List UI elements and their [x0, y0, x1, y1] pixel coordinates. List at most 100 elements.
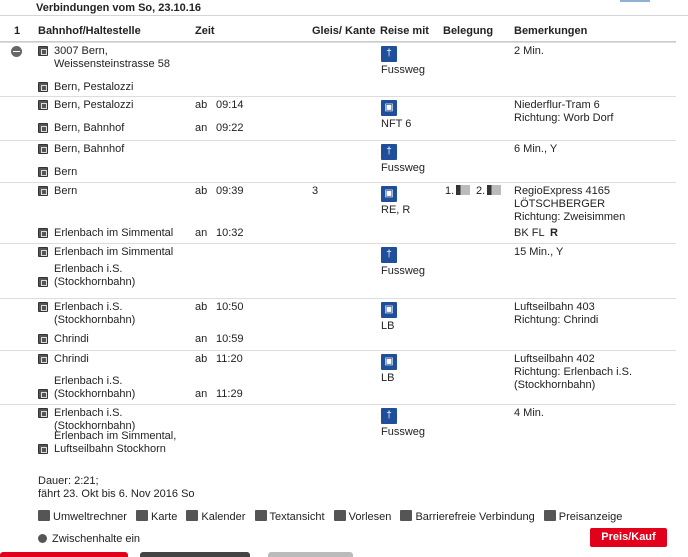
occupancy-second-icon [487, 185, 501, 195]
col-time: Zeit [195, 25, 215, 37]
arr-prefix: an [195, 333, 208, 345]
travel-mode[interactable]: LB [381, 372, 394, 385]
from-station[interactable]: 3007 Bern, Weissensteinstrasse 58 [54, 45, 170, 71]
to-station[interactable]: Bern, Bahnhof [54, 122, 124, 135]
station-icon [38, 167, 48, 177]
station-icon [38, 228, 48, 238]
travel-mode[interactable]: Fussweg [381, 64, 425, 77]
table-row: Chrindi Erlenbach i.S. (Stockhornbahn) ab 1… [0, 350, 676, 407]
travel-mode[interactable]: NFT 6 [381, 118, 411, 131]
price-buy-button[interactable]: Preis/Kauf [590, 528, 667, 547]
station-icon [38, 302, 48, 312]
travel-mode[interactable]: Fussweg [381, 265, 425, 278]
wheelchair-icon [400, 510, 413, 521]
transport-icon: ▣ [381, 302, 397, 318]
col-occupancy: Belegung [443, 25, 494, 37]
from-station[interactable]: Bern, Pestalozzi [54, 99, 133, 112]
arr-prefix: an [195, 388, 208, 400]
station-icon [38, 247, 48, 257]
from-station[interactable]: Erlenbach im Simmental [54, 246, 173, 259]
travel-mode[interactable]: LB [381, 320, 394, 333]
walk-icon: † [381, 408, 397, 424]
travel-mode[interactable]: Fussweg [381, 162, 425, 175]
station-icon [38, 82, 48, 92]
from-station[interactable]: Bern [54, 185, 77, 198]
remarks-attribute-r: R [550, 227, 558, 239]
platform: 3 [312, 185, 319, 197]
walk-icon: † [381, 247, 397, 263]
runs-info: fährt 23. Okt bis 6. Nov 2016 So [38, 488, 195, 500]
station-icon [38, 444, 48, 454]
occupancy-first: 1. [445, 185, 455, 197]
leaf-icon [38, 510, 50, 521]
occupancy-second: 2. [476, 185, 486, 197]
table-row: Bern, Pestalozzi Bern, Bahnhof ab 09:14 an 09… [0, 96, 676, 141]
table-header: 1 Bahnhof/Haltestelle Zeit Gleis/ Kante … [0, 22, 676, 42]
table-row: Bern Erlenbach im Simmental ab 09:39 an 10:32… [0, 182, 676, 246]
tool-preisanzeige[interactable]: Preisanzeige [543, 510, 622, 523]
to-station[interactable]: Erlenbach i.S. (Stockhornbahn) [54, 375, 135, 401]
header-link-fragment[interactable] [620, 0, 650, 2]
dep-prefix: ab [195, 99, 208, 111]
table-row: Bern, Bahnhof Bern † Fussweg 6 Min., Y [0, 140, 676, 185]
station-icon [38, 334, 48, 344]
remarks: 15 Min., Y [514, 246, 564, 258]
station-icon [38, 123, 48, 133]
tool-kalender[interactable]: Kalender [186, 510, 245, 523]
remarks: 6 Min., Y [514, 143, 558, 155]
tool-umweltrechner[interactable]: Umweltrechner [38, 510, 127, 523]
to-station[interactable]: Bern [54, 166, 77, 179]
station-icon [38, 144, 48, 154]
col-platform: Gleis/ Kante [312, 25, 376, 37]
station-icon [38, 186, 48, 196]
tool-vorlesen[interactable]: Vorlesen [333, 510, 391, 523]
station-icon [38, 389, 48, 399]
connection-details: Verbindungen vom So, 23.10.16 1 Bahnhof/… [0, 0, 688, 557]
transport-icon: ▣ [381, 100, 397, 116]
text-icon [254, 510, 267, 521]
occupancy-first-icon [456, 185, 470, 195]
to-station[interactable]: Erlenbach i.S. (Stockhornbahn) [54, 263, 135, 289]
arr-time: 11:29 [216, 388, 243, 400]
arr-time: 10:32 [216, 227, 244, 239]
bottom-tab-grey[interactable] [268, 552, 353, 557]
arr-prefix: an [195, 227, 208, 239]
travel-mode[interactable]: Fussweg [381, 426, 425, 439]
transport-icon: ▣ [381, 354, 397, 370]
dep-prefix: ab [195, 301, 208, 313]
expand-icon [38, 534, 47, 543]
station-icon [38, 46, 48, 56]
travel-mode[interactable]: RE, R [381, 204, 410, 217]
col-station: Bahnhof/Haltestelle [38, 25, 141, 37]
remarks: Luftseilbahn 402 Richtung: Erlenbach i.S… [514, 353, 633, 391]
remarks-attributes: BK FL [514, 227, 545, 239]
to-station[interactable]: Chrindi [54, 333, 89, 346]
dep-time: 09:39 [216, 185, 244, 197]
to-station[interactable]: Erlenbach im Simmental, Luftseilbahn Sto… [54, 430, 176, 456]
duration: Dauer: 2:21; [38, 475, 99, 487]
remarks: Luftseilbahn 403 Richtung: Chrindi [514, 301, 599, 326]
dep-time: 11:20 [216, 353, 243, 365]
dep-time: 10:50 [216, 301, 244, 313]
table-row: 3007 Bern, Weissensteinstrasse 58 Bern, P… [0, 42, 676, 100]
remarks: 2 Min. [514, 45, 544, 57]
tool-karte[interactable]: Karte [136, 510, 177, 523]
from-station[interactable]: Bern, Bahnhof [54, 143, 124, 156]
to-station[interactable]: Erlenbach im Simmental [54, 227, 173, 240]
from-station[interactable]: Chrindi [54, 353, 89, 366]
from-station[interactable]: Erlenbach i.S. (Stockhornbahn) [54, 301, 135, 327]
tool-barrierefrei[interactable]: Barrierefreie Verbindung [400, 510, 535, 523]
arr-prefix: an [195, 122, 208, 134]
arr-time: 10:59 [216, 333, 244, 345]
station-icon [38, 277, 48, 287]
col-index: 1 [14, 25, 21, 37]
tool-links: Umweltrechner Karte Kalender Textansicht… [38, 510, 628, 523]
zwischenhalte-toggle[interactable]: Zwischenhalte ein [38, 533, 140, 545]
table-row: Erlenbach i.S. (Stockhornbahn) Erlenbach … [0, 404, 676, 462]
bottom-tab-red[interactable] [0, 552, 128, 557]
tool-textansicht[interactable]: Textansicht [254, 510, 325, 523]
bottom-tab-dark[interactable] [140, 552, 250, 557]
to-station[interactable]: Bern, Pestalozzi [54, 81, 133, 94]
remarks: Niederflur-Tram 6 Richtung: Worb Dorf [514, 99, 614, 124]
dep-time: 09:14 [216, 99, 244, 111]
